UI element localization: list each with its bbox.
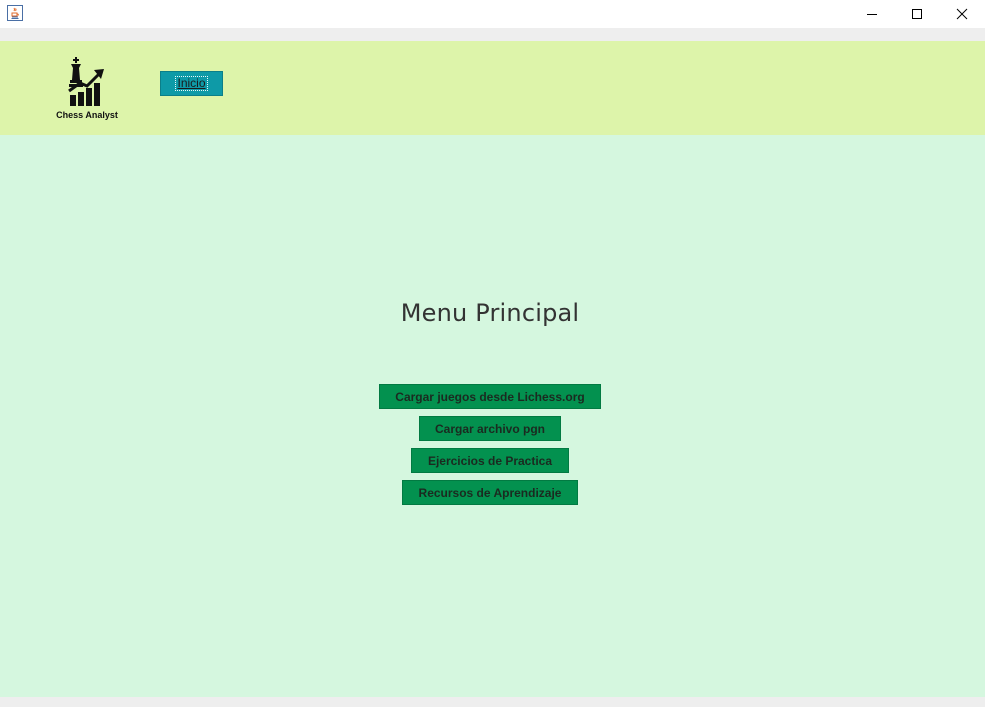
load-lichess-games-button[interactable]: Cargar juegos desde Lichess.org <box>379 384 601 409</box>
app-window: Chess Analyst Inicio Menu Principal Carg… <box>0 0 985 707</box>
minimize-icon <box>867 14 877 15</box>
app-logo: Chess Analyst <box>50 55 124 123</box>
window-gap <box>0 28 985 41</box>
window-bottom-border <box>0 697 985 707</box>
minimize-button[interactable] <box>849 0 895 28</box>
main-panel: Menu Principal Cargar juegos desde Liche… <box>0 135 985 697</box>
app-header: Chess Analyst Inicio <box>0 41 985 135</box>
chess-king-growth-chart-icon <box>68 57 104 106</box>
practice-exercises-button[interactable]: Ejercicios de Practica <box>411 448 569 473</box>
page-title: Menu Principal <box>400 299 580 327</box>
inicio-button[interactable]: Inicio <box>160 71 223 96</box>
inicio-button-label: Inicio <box>175 76 208 91</box>
learning-resources-button[interactable]: Recursos de Aprendizaje <box>402 480 578 505</box>
title-bar[interactable] <box>0 0 985 28</box>
close-icon <box>956 8 968 20</box>
load-pgn-file-button[interactable]: Cargar archivo pgn <box>419 416 561 441</box>
maximize-button[interactable] <box>894 0 940 28</box>
maximize-icon <box>912 9 922 19</box>
close-button[interactable] <box>939 0 985 28</box>
logo-caption: Chess Analyst <box>56 110 118 120</box>
java-coffee-icon <box>7 5 23 21</box>
